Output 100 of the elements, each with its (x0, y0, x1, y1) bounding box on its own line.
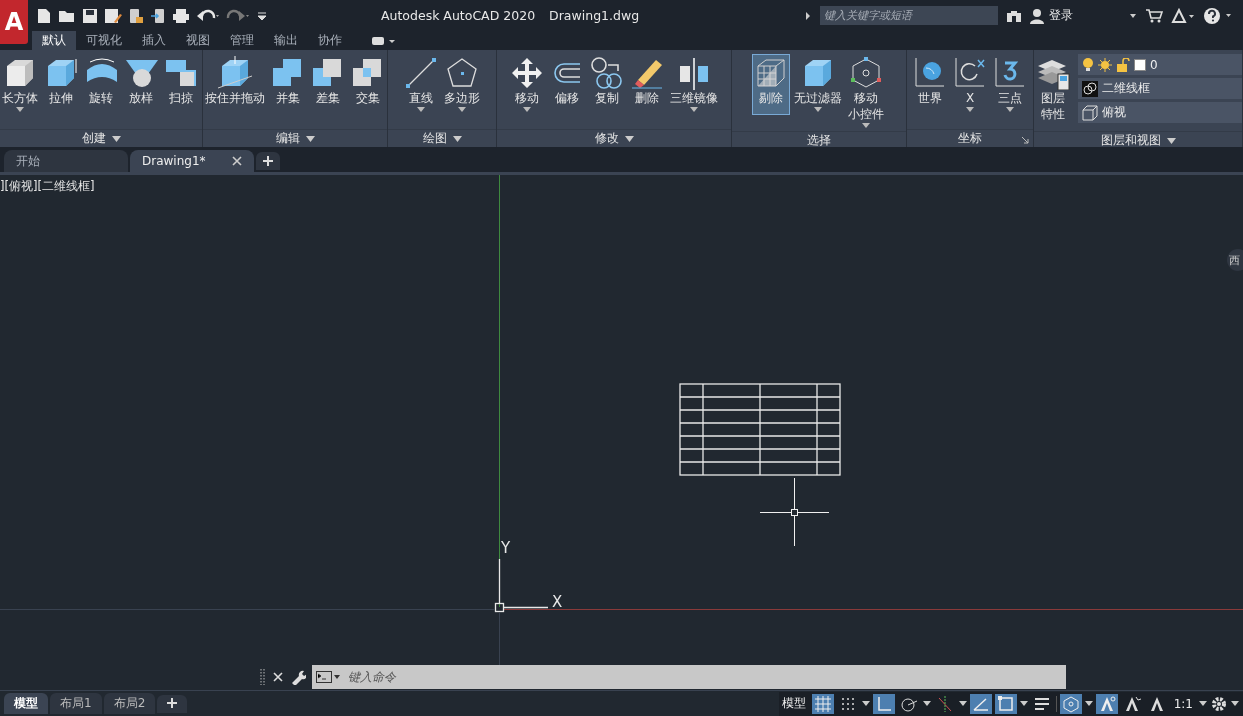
ribbon-tool-button[interactable]: 偏移 (548, 54, 586, 115)
status-toggle-button[interactable] (872, 693, 895, 714)
x-axis-label: X (552, 593, 563, 611)
application-button[interactable]: A (0, 0, 28, 44)
layout-tab[interactable]: 布局2 (103, 693, 156, 714)
new-tab-button[interactable] (256, 152, 280, 170)
wrench-icon[interactable] (290, 669, 306, 685)
viewport-controls-label[interactable]: ][俯视][二维线框] (0, 179, 95, 194)
file-tab[interactable]: Drawing1* (130, 150, 254, 172)
ribbon-tool-button[interactable]: 放样 (122, 54, 160, 115)
ribbon-tool-button[interactable]: 交集 (349, 54, 387, 115)
save-as-icon[interactable] (104, 7, 122, 24)
login-button[interactable]: 登录 (1030, 7, 1121, 24)
ribbon-tool-button[interactable]: 世界 (911, 54, 949, 115)
new-file-icon[interactable] (36, 7, 52, 24)
caret-icon[interactable] (958, 701, 967, 706)
ribbon-tool-button[interactable]: 三维镜像 (668, 54, 720, 115)
caret-icon[interactable] (1084, 701, 1093, 706)
ribbon-tool-button[interactable]: 复制 (588, 54, 626, 115)
cart-icon[interactable] (1145, 7, 1163, 24)
print-icon[interactable] (172, 7, 190, 24)
ribbon-tab[interactable]: 默认 (32, 31, 76, 50)
status-toggle-button[interactable] (969, 693, 992, 714)
panel-toggle-icon[interactable] (370, 34, 396, 47)
caret-icon[interactable] (1129, 11, 1137, 20)
ribbon-tool-button[interactable]: X (951, 54, 989, 115)
layer-dropdown[interactable]: 0 (1078, 54, 1242, 75)
status-toggle-button[interactable] (994, 693, 1017, 714)
ribbon-tool-button[interactable]: 无过滤器 (792, 54, 844, 115)
caret-icon[interactable] (1199, 701, 1207, 706)
panel-title[interactable]: 绘图 (422, 130, 447, 147)
ribbon-tool-button[interactable]: 移动 小控件 (846, 54, 886, 131)
visual-style-icon (1082, 80, 1098, 97)
caret-icon[interactable] (1166, 137, 1176, 144)
triangle-network-icon[interactable] (1171, 7, 1195, 24)
annotation-scale-button[interactable]: 1:1 (1170, 696, 1196, 711)
status-toggle-button[interactable] (811, 693, 834, 714)
caret-icon[interactable] (1231, 701, 1239, 706)
layout-tab[interactable]: 布局1 (50, 693, 102, 714)
save-icon[interactable] (82, 7, 98, 24)
panel-title[interactable]: 编辑 (275, 130, 300, 147)
crosshair-cursor (759, 477, 830, 547)
help-icon[interactable] (1203, 6, 1233, 25)
caret-icon[interactable] (624, 135, 634, 142)
search-field[interactable]: 键入关键字或短语 (820, 6, 998, 25)
panel-title[interactable]: 修改 (594, 130, 619, 147)
caret-icon[interactable] (861, 701, 870, 706)
close-icon[interactable] (232, 156, 242, 166)
ribbon-tool-button[interactable]: 移动 (508, 54, 546, 115)
ribbon-tab[interactable]: 可视化 (76, 31, 132, 50)
command-input[interactable]: 键入命令 (346, 667, 1066, 687)
ribbon-tab[interactable]: 协作 (308, 31, 352, 50)
launcher-arrow-icon[interactable] (1021, 136, 1029, 144)
y-axis-label: Y (501, 539, 511, 557)
caret-icon[interactable] (305, 135, 315, 142)
panel-title[interactable]: 图层和视图 (1100, 132, 1161, 149)
ribbon-tool-button[interactable]: 长方体 (0, 54, 40, 115)
panel-title[interactable]: 创建 (81, 130, 106, 147)
visual-style-dropdown[interactable]: 二维线框 (1078, 78, 1242, 99)
ribbon-tool-button[interactable]: 三点 (991, 54, 1029, 115)
ribbon-tool-button[interactable]: 差集 (309, 54, 347, 115)
ribbon-tab[interactable]: 视图 (176, 31, 220, 50)
file-tab[interactable]: 开始 (4, 150, 128, 172)
caret-icon[interactable] (922, 701, 931, 706)
view-dropdown[interactable]: 俯视 (1078, 102, 1242, 123)
ribbon-tool-button[interactable]: 图层 特性 (1034, 54, 1072, 131)
status-toggle-button[interactable] (1059, 693, 1082, 714)
model-space-button[interactable]: 模型 (778, 695, 809, 712)
phone-icon[interactable] (128, 7, 144, 24)
ribbon-tool-button[interactable]: 扫掠 (162, 54, 200, 115)
command-prompt-icon (316, 671, 340, 683)
expand-arrow-icon[interactable] (804, 10, 812, 21)
caret-icon[interactable] (452, 135, 462, 142)
layout-tab[interactable]: 模型 (4, 693, 48, 714)
ribbon-tool-button[interactable]: 直线 (402, 54, 440, 115)
caret-icon[interactable] (1019, 701, 1028, 706)
viewcube[interactable]: 西 (1227, 249, 1243, 271)
ribbon-tool-button[interactable]: 多边形 (442, 54, 482, 115)
caret-icon[interactable] (111, 135, 121, 142)
new-layout-button[interactable] (157, 694, 188, 713)
undo-icon[interactable] (196, 7, 220, 24)
drawing-viewport[interactable]: ][俯视][二维线框] 西 Y X 键入命令 (0, 175, 1243, 690)
status-toggle-button[interactable] (1095, 693, 1118, 714)
ribbon-tool-button[interactable]: 删除 (628, 54, 666, 115)
panel-title[interactable]: 选择 (807, 132, 831, 149)
ribbon-tool-button[interactable]: 并集 (269, 54, 307, 115)
ribbon-tab[interactable]: 管理 (220, 31, 264, 50)
command-line-field[interactable]: 键入命令 (312, 665, 1066, 689)
ribbon-tab[interactable]: 输出 (264, 31, 308, 50)
ribbon-tab[interactable]: 插入 (132, 31, 176, 50)
redo-icon[interactable] (226, 7, 250, 24)
ribbon-tool-button[interactable]: 剔除 (752, 54, 790, 115)
close-icon[interactable] (272, 671, 284, 683)
ribbon-tool-button[interactable]: 按住并拖动 (203, 54, 267, 115)
ribbon-tool-button[interactable]: 旋转 (82, 54, 120, 115)
grip-icon[interactable] (260, 668, 266, 686)
settings-icon[interactable] (1210, 694, 1228, 713)
panel-title[interactable]: 坐标 (958, 130, 982, 147)
device-icon[interactable] (150, 7, 166, 24)
ribbon-tool-button[interactable]: 拉伸 (42, 54, 80, 115)
